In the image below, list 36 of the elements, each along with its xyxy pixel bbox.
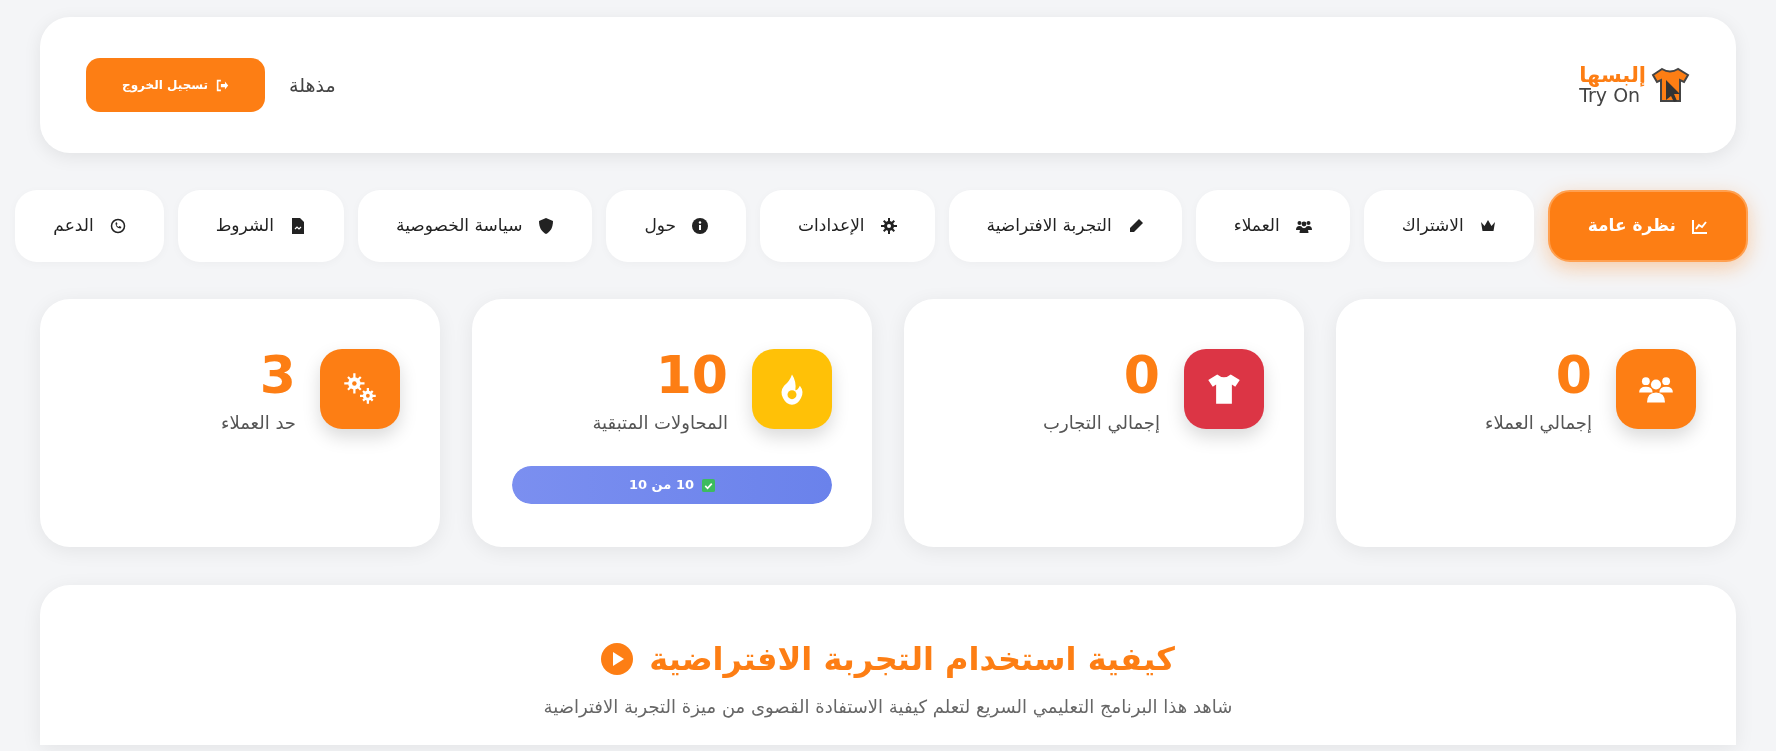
nav-tab[interactable]: حول — [606, 190, 747, 262]
user-name: مذهلة — [289, 72, 336, 98]
shirt-cursor-logo-icon — [1650, 66, 1690, 104]
document-icon — [290, 218, 306, 234]
stat-label: حد العملاء — [220, 411, 296, 435]
nav-tab[interactable]: التجربة الافتراضية — [948, 190, 1182, 262]
play-icon — [601, 643, 634, 675]
pencil-icon — [1127, 218, 1144, 234]
stat-value: 3 — [258, 349, 296, 401]
chart-icon — [1692, 218, 1708, 234]
check-icon — [702, 478, 715, 492]
nav-tab[interactable]: الاشتراك — [1363, 190, 1534, 262]
tutorial-title: كيفية استخدام التجربة الافتراضية — [649, 639, 1175, 680]
logout-icon — [216, 78, 229, 92]
stat-value: 0 — [1122, 349, 1160, 401]
nav-tab[interactable]: سياسة الخصوصية — [358, 190, 593, 262]
logo-text: إلبسها — [1579, 65, 1646, 86]
nav-tab[interactable]: الشروط — [177, 190, 344, 262]
users-icon — [1295, 218, 1312, 234]
logo-tagline: Try On — [1579, 86, 1641, 105]
stat-label: إجمالي التجارب — [1043, 411, 1160, 436]
chat-icon — [109, 218, 126, 234]
stat-label: المحاولات المتبقية — [592, 411, 728, 436]
progress-text: 10 من 10 — [629, 476, 694, 495]
info-icon — [692, 218, 709, 234]
crown-icon — [1479, 218, 1496, 234]
gear-icon — [880, 218, 897, 234]
nav-tab[interactable]: العملاء — [1195, 190, 1350, 262]
stat-value: 10 — [654, 349, 728, 401]
gears-icon — [342, 371, 378, 407]
stat-value: 0 — [1554, 349, 1592, 401]
tutorial-subtitle: شاهد هذا البرنامج التعليمي السريع لتعلم كيفية الاستفادة القصوى من ميزة التجربة الافتراضية — [542, 695, 1234, 720]
shield-icon — [538, 218, 555, 234]
nav-tab[interactable]: الإعدادات — [760, 190, 935, 262]
nav-tab[interactable]: الدعم — [15, 190, 164, 262]
stat-label: إجمالي العملاء — [1485, 411, 1592, 436]
